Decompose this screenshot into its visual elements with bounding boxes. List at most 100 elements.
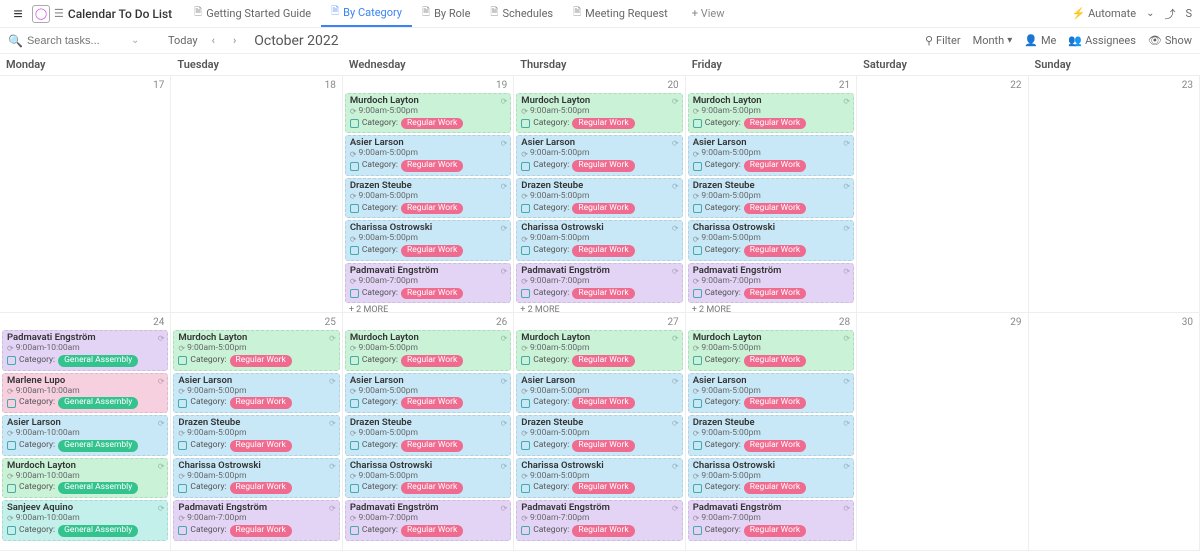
tab-meeting-request[interactable]: 🗎Meeting Request (563, 0, 678, 27)
tab-by-category[interactable]: 🗎By Category (321, 0, 412, 27)
more-events-button[interactable]: + 2 MORE (345, 303, 511, 312)
category-tag[interactable]: General Assembly (58, 355, 138, 367)
calendar-event[interactable]: ⟳Padmavati Engström9:00am-10:00amCategor… (2, 330, 168, 370)
calendar-event[interactable]: ⟳Charissa Ostrowski9:00am-5:00pmCategory… (345, 220, 511, 260)
day-cell[interactable]: 21⟳Murdoch Layton9:00am-5:00pmCategory:R… (686, 76, 857, 312)
category-tag[interactable]: Regular Work (572, 288, 634, 300)
calendar-event[interactable]: ⟳Asier Larson9:00am-10:00amCategory:Gene… (2, 415, 168, 455)
day-cell[interactable]: 20⟳Murdoch Layton9:00am-5:00pmCategory:R… (514, 76, 685, 312)
calendar-event[interactable]: ⟳Padmavati Engström9:00am-7:00pmCategory… (516, 263, 682, 303)
category-tag[interactable]: Regular Work (401, 482, 463, 494)
calendar-event[interactable]: ⟳Charissa Ostrowski9:00am-5:00pmCategory… (173, 458, 339, 498)
day-cell[interactable]: 30 (1029, 313, 1200, 549)
assignees-button[interactable]: 👥Assignees (1068, 34, 1136, 47)
day-cell[interactable]: 25⟳Murdoch Layton9:00am-5:00pmCategory:R… (171, 313, 342, 549)
calendar-event[interactable]: ⟳Charissa Ostrowski9:00am-5:00pmCategory… (688, 458, 854, 498)
category-tag[interactable]: General Assembly (58, 525, 138, 537)
search-input[interactable] (27, 35, 127, 47)
category-tag[interactable]: Regular Work (401, 160, 463, 172)
calendar-event[interactable]: ⟳Padmavati Engström9:00am-7:00pmCategory… (688, 263, 854, 303)
calendar-event[interactable]: ⟳Murdoch Layton9:00am-5:00pmCategory:Reg… (173, 330, 339, 370)
category-tag[interactable]: Regular Work (572, 245, 634, 257)
category-tag[interactable]: Regular Work (744, 355, 806, 367)
category-tag[interactable]: Regular Work (744, 440, 806, 452)
automate-button[interactable]: ⚡ Automate (1072, 7, 1136, 20)
day-cell[interactable]: 22 (857, 76, 1028, 312)
day-cell[interactable]: 19⟳Murdoch Layton9:00am-5:00pmCategory:R… (343, 76, 514, 312)
category-tag[interactable]: Regular Work (744, 160, 806, 172)
category-tag[interactable]: Regular Work (230, 397, 292, 409)
calendar-event[interactable]: ⟳Murdoch Layton9:00am-5:00pmCategory:Reg… (345, 330, 511, 370)
calendar-event[interactable]: ⟳Padmavati Engström9:00am-7:00pmCategory… (516, 500, 682, 540)
search-box[interactable]: 🔍 ⌄ (8, 34, 158, 48)
calendar-event[interactable]: ⟳Murdoch Layton9:00am-5:00pmCategory:Reg… (516, 330, 682, 370)
day-cell[interactable]: 18 (171, 76, 342, 312)
category-tag[interactable]: Regular Work (744, 397, 806, 409)
prev-month-button[interactable]: ‹ (208, 34, 219, 47)
calendar-event[interactable]: ⟳Murdoch Layton9:00am-5:00pmCategory:Reg… (345, 93, 511, 133)
calendar-event[interactable]: ⟳Padmavati Engström9:00am-7:00pmCategory… (173, 500, 339, 540)
add-view-button[interactable]: + View (682, 7, 735, 20)
calendar-event[interactable]: ⟳Asier Larson9:00am-5:00pmCategory:Regul… (345, 135, 511, 175)
category-tag[interactable]: Regular Work (401, 118, 463, 130)
calendar-event[interactable]: ⟳Murdoch Layton9:00am-5:00pmCategory:Reg… (688, 330, 854, 370)
category-tag[interactable]: Regular Work (744, 203, 806, 215)
me-toggle[interactable]: 👤Me (1024, 34, 1056, 47)
category-tag[interactable]: General Assembly (58, 440, 138, 452)
page-title-block[interactable]: ☰ Calendar To Do List (54, 7, 172, 21)
category-tag[interactable]: Regular Work (230, 525, 292, 537)
category-tag[interactable]: Regular Work (744, 525, 806, 537)
day-cell[interactable]: 17 (0, 76, 171, 312)
category-tag[interactable]: Regular Work (744, 288, 806, 300)
category-tag[interactable]: Regular Work (572, 118, 634, 130)
chevron-down-icon[interactable]: ⌄ (1146, 8, 1154, 19)
more-events-button[interactable]: + 2 MORE (688, 303, 854, 312)
calendar-event[interactable]: ⟳Murdoch Layton9:00am-5:00pmCategory:Reg… (516, 93, 682, 133)
calendar-event[interactable]: ⟳Charissa Ostrowski9:00am-5:00pmCategory… (516, 458, 682, 498)
day-cell[interactable]: 28⟳Murdoch Layton9:00am-5:00pmCategory:R… (686, 313, 857, 549)
calendar-event[interactable]: ⟳Padmavati Engström9:00am-7:00pmCategory… (345, 500, 511, 540)
category-tag[interactable]: Regular Work (401, 440, 463, 452)
category-tag[interactable]: Regular Work (572, 160, 634, 172)
calendar-event[interactable]: ⟳Drazen Steube9:00am-5:00pmCategory:Regu… (516, 415, 682, 455)
calendar-event[interactable]: ⟳Padmavati Engström9:00am-7:00pmCategory… (688, 500, 854, 540)
day-cell[interactable]: 26⟳Murdoch Layton9:00am-5:00pmCategory:R… (343, 313, 514, 549)
calendar-event[interactable]: ⟳Charissa Ostrowski9:00am-5:00pmCategory… (516, 220, 682, 260)
category-tag[interactable]: Regular Work (401, 288, 463, 300)
category-tag[interactable]: Regular Work (230, 440, 292, 452)
category-tag[interactable]: Regular Work (572, 440, 634, 452)
category-tag[interactable]: Regular Work (572, 203, 634, 215)
day-cell[interactable]: 24⟳Padmavati Engström9:00am-10:00amCateg… (0, 313, 171, 549)
category-tag[interactable]: Regular Work (572, 525, 634, 537)
calendar-event[interactable]: ⟳Charissa Ostrowski9:00am-5:00pmCategory… (345, 458, 511, 498)
calendar-event[interactable]: ⟳Asier Larson9:00am-5:00pmCategory:Regul… (688, 135, 854, 175)
search-chevron-icon[interactable]: ⌄ (131, 35, 139, 46)
calendar-event[interactable]: ⟳Asier Larson9:00am-5:00pmCategory:Regul… (173, 373, 339, 413)
calendar-event[interactable]: ⟳Asier Larson9:00am-5:00pmCategory:Regul… (516, 373, 682, 413)
calendar-event[interactable]: ⟳Drazen Steube9:00am-5:00pmCategory:Regu… (516, 178, 682, 218)
calendar-event[interactable]: ⟳Padmavati Engström9:00am-7:00pmCategory… (345, 263, 511, 303)
category-tag[interactable]: Regular Work (401, 525, 463, 537)
day-cell[interactable]: 27⟳Murdoch Layton9:00am-5:00pmCategory:R… (514, 313, 685, 549)
calendar-event[interactable]: ⟳Sanjeev Aquino9:00am-10:00amCategory:Ge… (2, 500, 168, 540)
hamburger-icon[interactable]: ≡ (8, 4, 28, 24)
share-icon[interactable]: ⤴ (1164, 6, 1175, 22)
calendar-event[interactable]: ⟳Asier Larson9:00am-5:00pmCategory:Regul… (516, 135, 682, 175)
tab-by-role[interactable]: 🗎By Role (412, 0, 480, 27)
calendar-event[interactable]: ⟳Marlene Lupo9:00am-10:00amCategory:Gene… (2, 373, 168, 413)
category-tag[interactable]: Regular Work (401, 397, 463, 409)
category-tag[interactable]: Regular Work (401, 355, 463, 367)
category-tag[interactable]: Regular Work (230, 482, 292, 494)
calendar-event[interactable]: ⟳Drazen Steube9:00am-5:00pmCategory:Regu… (688, 178, 854, 218)
category-tag[interactable]: Regular Work (744, 245, 806, 257)
category-tag[interactable]: Regular Work (230, 355, 292, 367)
calendar-event[interactable]: ⟳Asier Larson9:00am-5:00pmCategory:Regul… (688, 373, 854, 413)
day-cell[interactable]: 23 (1029, 76, 1200, 312)
calendar-event[interactable]: ⟳Drazen Steube9:00am-5:00pmCategory:Regu… (688, 415, 854, 455)
category-tag[interactable]: General Assembly (58, 482, 138, 494)
workspace-logo-icon[interactable]: ◯ (32, 5, 50, 23)
calendar-event[interactable]: ⟳Murdoch Layton9:00am-5:00pmCategory:Reg… (688, 93, 854, 133)
category-tag[interactable]: Regular Work (572, 397, 634, 409)
more-events-button[interactable]: + 2 MORE (516, 303, 682, 312)
category-tag[interactable]: General Assembly (58, 397, 138, 409)
